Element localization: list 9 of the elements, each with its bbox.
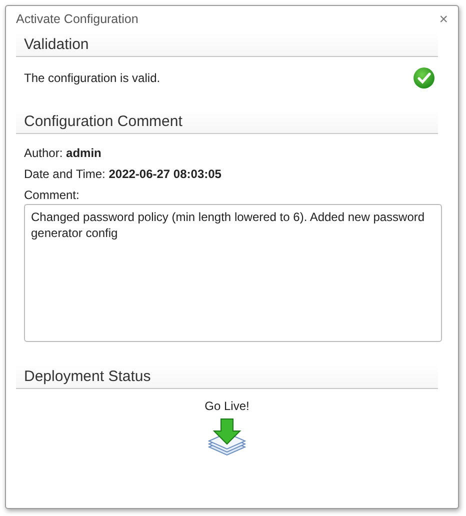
deploy-icon — [206, 417, 247, 457]
validation-message: The configuration is valid. — [24, 71, 160, 85]
window-title: Activate Configuration — [16, 12, 138, 26]
comment-field[interactable]: Changed password policy (min length lowered to 6). Added new password generator config — [24, 204, 442, 342]
date-time-text: Date and Time: 2022-06-27 08:03:05 — [23, 167, 222, 181]
close-button[interactable]: × — [439, 10, 448, 28]
comment-label: Comment: — [23, 188, 80, 202]
author-text: Author: admin — [23, 146, 102, 160]
go-live-button[interactable]: Go Live! — [204, 399, 250, 457]
